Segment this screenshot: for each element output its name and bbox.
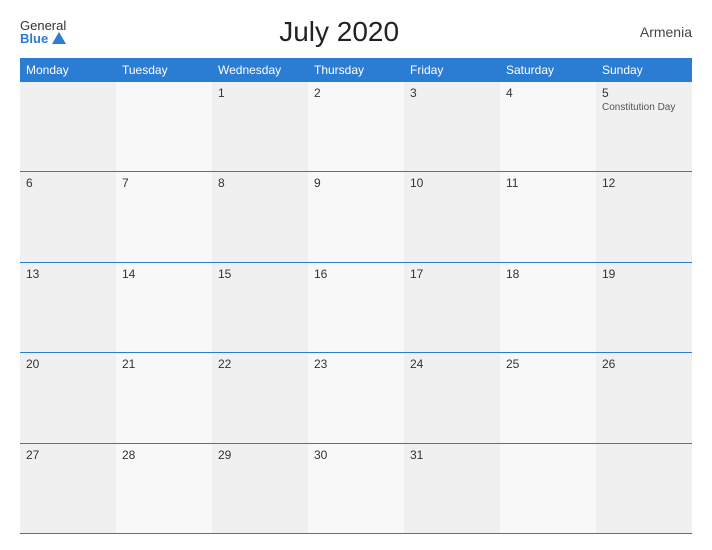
day-number: 8 bbox=[218, 176, 302, 190]
day-number: 31 bbox=[410, 448, 494, 462]
day-number: 3 bbox=[410, 86, 494, 100]
day-number: 15 bbox=[218, 267, 302, 281]
day-cell-18: 18 bbox=[500, 263, 596, 352]
calendar-body: 12345Constitution Day6789101112131415161… bbox=[20, 82, 692, 534]
week-row-5: 27 28 29 30 31 bbox=[20, 444, 692, 534]
week-row-1: 12345 Constitution Day bbox=[20, 82, 692, 172]
day-number: 21 bbox=[122, 357, 206, 371]
day-number: 22 bbox=[218, 357, 302, 371]
day-cell-24: 24 bbox=[404, 353, 500, 442]
day-cell-19: 19 bbox=[596, 263, 692, 352]
day-cell-22: 22 bbox=[212, 353, 308, 442]
day-name-friday: Friday bbox=[404, 58, 500, 82]
day-number: 12 bbox=[602, 176, 686, 190]
day-cell-15: 15 bbox=[212, 263, 308, 352]
calendar-day-names: MondayTuesdayWednesdayThursdayFridaySatu… bbox=[20, 58, 692, 82]
day-name-tuesday: Tuesday bbox=[116, 58, 212, 82]
day-cell-26: 26 bbox=[596, 353, 692, 442]
day-number: 17 bbox=[410, 267, 494, 281]
holiday-name: Constitution Day bbox=[602, 102, 686, 114]
day-number: 13 bbox=[26, 267, 110, 281]
day-cell-20: 20 bbox=[20, 353, 116, 442]
day-number: 7 bbox=[122, 176, 206, 190]
empty-cell bbox=[116, 82, 212, 171]
day-number: 29 bbox=[218, 448, 302, 462]
day-cell-29: 29 bbox=[212, 444, 308, 533]
day-cell-8: 8 bbox=[212, 172, 308, 261]
day-number: 10 bbox=[410, 176, 494, 190]
day-number: 24 bbox=[410, 357, 494, 371]
day-number: 6 bbox=[26, 176, 110, 190]
day-number: 1 bbox=[218, 86, 302, 100]
calendar: MondayTuesdayWednesdayThursdayFridaySatu… bbox=[20, 58, 692, 534]
week-row-2: 6789 10 11 12 bbox=[20, 172, 692, 262]
logo: General Blue bbox=[20, 19, 66, 45]
day-number: 26 bbox=[602, 357, 686, 371]
day-number: 25 bbox=[506, 357, 590, 371]
day-number: 14 bbox=[122, 267, 206, 281]
empty-cell bbox=[596, 444, 692, 533]
day-cell-1: 1 bbox=[212, 82, 308, 171]
day-cell-17: 17 bbox=[404, 263, 500, 352]
day-number: 4 bbox=[506, 86, 590, 100]
day-cell-12: 12 bbox=[596, 172, 692, 261]
logo-blue-text: Blue bbox=[20, 32, 66, 45]
day-number: 20 bbox=[26, 357, 110, 371]
day-number: 16 bbox=[314, 267, 398, 281]
day-cell-25: 25 bbox=[500, 353, 596, 442]
day-cell-23: 23 bbox=[308, 353, 404, 442]
day-cell-9: 9 bbox=[308, 172, 404, 261]
day-number: 2 bbox=[314, 86, 398, 100]
day-cell-31: 31 bbox=[404, 444, 500, 533]
day-name-thursday: Thursday bbox=[308, 58, 404, 82]
day-cell-4: 4 bbox=[500, 82, 596, 171]
day-number: 18 bbox=[506, 267, 590, 281]
day-cell-7: 7 bbox=[116, 172, 212, 261]
day-number: 9 bbox=[314, 176, 398, 190]
day-cell-28: 28 bbox=[116, 444, 212, 533]
day-cell-3: 3 bbox=[404, 82, 500, 171]
day-cell-21: 21 bbox=[116, 353, 212, 442]
day-number: 11 bbox=[506, 176, 590, 190]
page-header: General Blue July 2020 Armenia bbox=[20, 16, 692, 48]
week-row-3: 13 14 15 16 17 18 19 bbox=[20, 263, 692, 353]
day-cell-10: 10 bbox=[404, 172, 500, 261]
calendar-title: July 2020 bbox=[66, 16, 612, 48]
day-cell-11: 11 bbox=[500, 172, 596, 261]
day-name-wednesday: Wednesday bbox=[212, 58, 308, 82]
day-name-saturday: Saturday bbox=[500, 58, 596, 82]
week-row-4: 20 21 22 23 24 25 26 bbox=[20, 353, 692, 443]
day-cell-16: 16 bbox=[308, 263, 404, 352]
day-number: 19 bbox=[602, 267, 686, 281]
day-number: 5 bbox=[602, 86, 686, 100]
logo-triangle-icon bbox=[52, 32, 66, 44]
day-number: 27 bbox=[26, 448, 110, 462]
day-cell-2: 2 bbox=[308, 82, 404, 171]
day-cell-14: 14 bbox=[116, 263, 212, 352]
day-cell-6: 6 bbox=[20, 172, 116, 261]
day-number: 30 bbox=[314, 448, 398, 462]
day-cell-27: 27 bbox=[20, 444, 116, 533]
empty-cell bbox=[20, 82, 116, 171]
day-cell-30: 30 bbox=[308, 444, 404, 533]
day-name-monday: Monday bbox=[20, 58, 116, 82]
day-cell-13: 13 bbox=[20, 263, 116, 352]
day-cell-5: 5 Constitution Day bbox=[596, 82, 692, 171]
empty-cell bbox=[500, 444, 596, 533]
country-label: Armenia bbox=[612, 24, 692, 40]
day-name-sunday: Sunday bbox=[596, 58, 692, 82]
day-number: 23 bbox=[314, 357, 398, 371]
day-number: 28 bbox=[122, 448, 206, 462]
